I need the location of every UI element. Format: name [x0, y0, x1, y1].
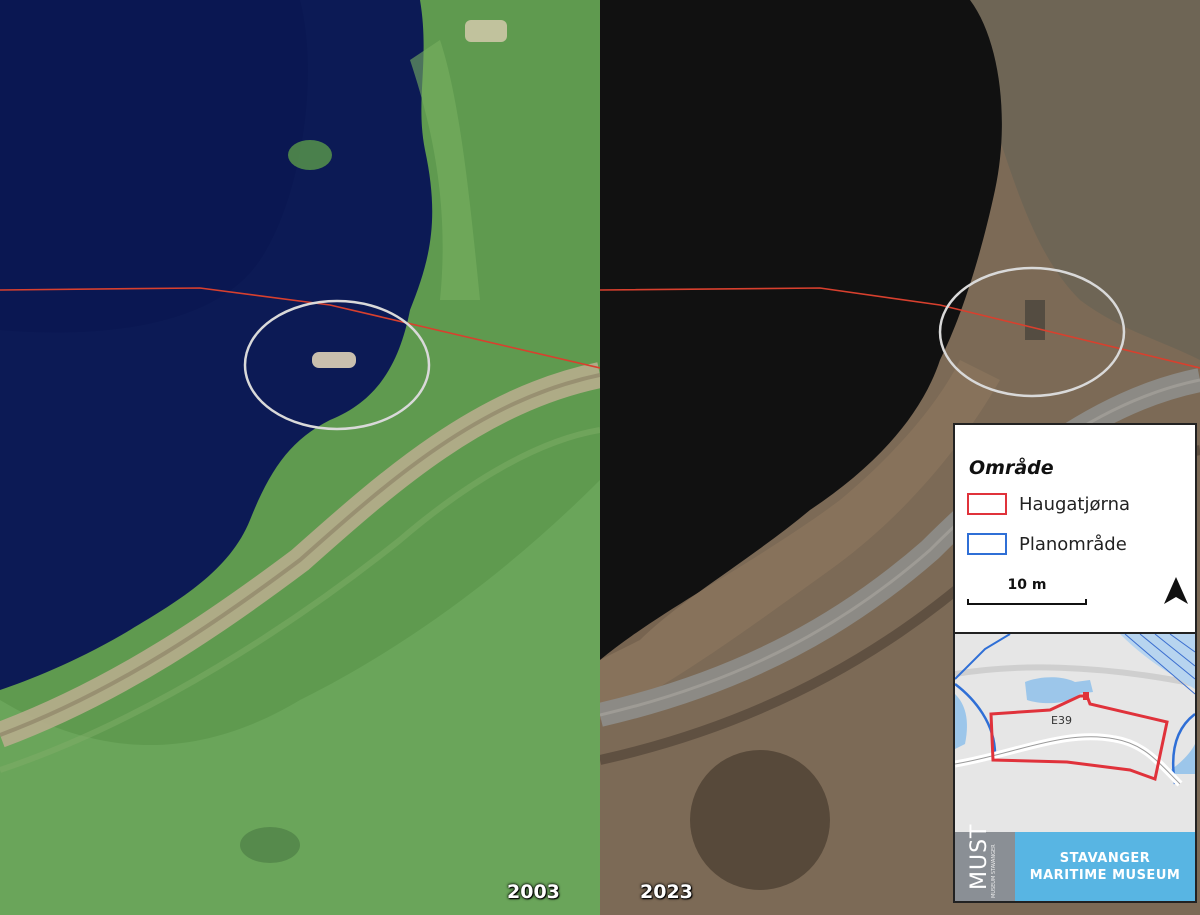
year-label-2003: 2003: [507, 881, 560, 903]
legend-swatch-red: [967, 493, 1007, 515]
must-logo-block: MUST MUSEUM STAVANGER: [955, 823, 1015, 901]
year-label-2023: 2023: [640, 881, 693, 903]
scale-bar: 10 m: [967, 575, 1087, 607]
scale-bar-label: 10 m: [1007, 577, 1047, 593]
legend-title: Område: [969, 457, 1054, 479]
overview-map-graphic: [955, 634, 1195, 834]
road-label-e39: E39: [1051, 714, 1072, 727]
museum-name-line1: STAVANGER: [1059, 850, 1151, 866]
legend-item-haugatjorna: Haugatjørna: [967, 491, 1130, 517]
legend-panel: Område Haugatjørna Planområde 10 m E39 M…: [953, 423, 1197, 903]
north-arrow-icon: [1164, 577, 1188, 604]
boat: [312, 352, 356, 368]
legend-item-label: Haugatjørna: [1019, 493, 1131, 515]
museum-name-block: STAVANGER MARITIME MUSEUM: [1015, 832, 1195, 901]
legend-swatch-blue: [967, 533, 1007, 555]
scale-bar-line: [967, 599, 1087, 605]
overview-map: E39: [955, 632, 1195, 834]
aerial-photo-2003: 2003: [0, 0, 600, 915]
comparison-map: 2003 2023 Område Haugatjørna Planområde …: [0, 0, 1200, 915]
aerial-photo-2003-graphic: [0, 0, 600, 915]
legend-item-label: Planområde: [1019, 533, 1127, 555]
must-logo-text: MUST: [967, 823, 992, 891]
must-logo-subtext: MUSEUM STAVANGER: [991, 844, 997, 898]
museum-logo: MUST MUSEUM STAVANGER STAVANGER MARITIME…: [955, 823, 1195, 901]
museum-name-line2: MARITIME MUSEUM: [1029, 867, 1181, 883]
legend-item-planomrade: Planområde: [967, 531, 1127, 557]
